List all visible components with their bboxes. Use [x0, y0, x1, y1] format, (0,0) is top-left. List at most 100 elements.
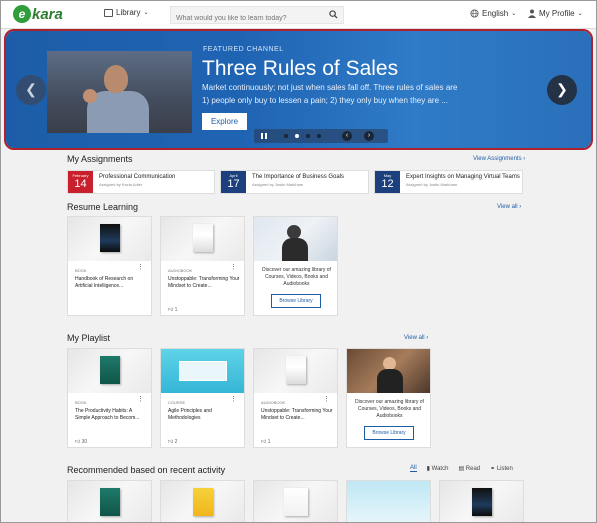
- like-count[interactable]: 👍︎ 2: [168, 439, 177, 445]
- card-thumbnail: [68, 217, 151, 261]
- recommended-filter-tabs: All ▮ Watch ▤ Read ⚭ Listen: [410, 465, 513, 472]
- carousel-dot-2[interactable]: [295, 134, 299, 138]
- logo[interactable]: e kara: [13, 5, 63, 23]
- featured-title: Three Rules of Sales: [202, 57, 399, 80]
- carousel-dot-3[interactable]: [306, 134, 310, 138]
- book-cover: [100, 224, 120, 252]
- like-count[interactable]: 👍︎ 1: [261, 439, 270, 445]
- like-count-value: 1: [267, 439, 271, 445]
- presenter-hand: [83, 89, 97, 103]
- content-card[interactable]: COURSE ⋮ Agile Principles and Methodolog…: [160, 348, 245, 448]
- content-card[interactable]: AUDIOBOOK ⋮ Unstoppable: Transforming Yo…: [253, 348, 338, 448]
- search-input[interactable]: [171, 10, 321, 27]
- assignment-day: 17: [227, 178, 240, 190]
- book-cover: [284, 488, 308, 516]
- assignment-card[interactable]: April 17 The Importance of Business Goal…: [220, 170, 369, 194]
- more-options-icon[interactable]: ⋮: [137, 395, 144, 403]
- carousel-dot-4[interactable]: [317, 134, 321, 138]
- language-label: English: [482, 9, 509, 18]
- card-type: AUDIOBOOK: [261, 400, 286, 405]
- browse-library-card: Discover our amazing library of Courses,…: [346, 348, 431, 448]
- like-count-value: 1: [174, 307, 178, 313]
- promo-text: Discover our amazing library of Courses,…: [262, 267, 331, 287]
- card-type: BOOK: [75, 400, 87, 405]
- content-card[interactable]: AUDIOBOOK ⋮ Unstoppable: Transforming Yo…: [160, 216, 245, 316]
- book-cover: [472, 488, 492, 516]
- thumbs-up-icon: 👍︎: [168, 439, 174, 445]
- like-count[interactable]: 👍︎ 30: [75, 439, 87, 445]
- browse-library-card: Discover our amazing library of Courses,…: [253, 216, 338, 316]
- profile-menu[interactable]: My Profile ⌄: [528, 9, 583, 18]
- tab-listen-label: Listen: [496, 466, 513, 472]
- promo-person-head: [287, 225, 301, 239]
- assignment-title: The Importance of Business Goals: [252, 174, 345, 180]
- pause-icon[interactable]: [259, 131, 269, 141]
- content-card[interactable]: BOOK ⋮ The Productivity Habits: A Simple…: [67, 348, 152, 448]
- chevron-left-icon[interactable]: ‹: [342, 131, 352, 141]
- logo-mark-icon: e: [13, 5, 31, 23]
- featured-description: Market continuously; not just when sales…: [202, 83, 458, 105]
- thumbs-up-icon: 👍︎: [75, 439, 81, 445]
- more-options-icon[interactable]: ⋮: [323, 395, 330, 403]
- recommended-card[interactable]: [253, 480, 338, 522]
- like-count[interactable]: 👍︎ 1: [168, 307, 177, 313]
- card-title: The Productivity Habits: A Simple Approa…: [75, 408, 140, 421]
- app-window: e kara Library ⌄ English ⌄: [0, 0, 597, 523]
- carousel-next-button[interactable]: ❯: [547, 75, 577, 105]
- video-icon: ▮: [426, 466, 430, 472]
- book-cover: [193, 488, 213, 516]
- chevron-down-icon: ⌄: [511, 11, 517, 17]
- featured-label: FEATURED CHANNEL: [203, 46, 284, 53]
- library-menu-button[interactable]: Library ⌄: [104, 8, 148, 17]
- book-cover: [286, 356, 306, 384]
- playlist-view-all-link[interactable]: View all ›: [404, 335, 428, 341]
- recommended-card[interactable]: [67, 480, 152, 522]
- recommended-title: Recommended based on recent activity: [67, 465, 226, 475]
- book-cover: [100, 356, 120, 384]
- assignment-card[interactable]: May 12 Expert Insights on Managing Virtu…: [374, 170, 523, 194]
- thumbs-up-icon: 👍︎: [168, 307, 174, 313]
- tab-read[interactable]: ▤ Read: [458, 465, 480, 472]
- like-count-value: 30: [81, 439, 88, 445]
- carousel-controls: ‹ ›: [254, 129, 388, 143]
- language-selector[interactable]: English ⌄: [470, 9, 516, 18]
- thumbs-up-icon: 👍︎: [261, 439, 267, 445]
- assignment-title: Expert Insights on Managing Virtual Team…: [406, 174, 520, 180]
- assignment-card[interactable]: February 14 Professional Communication A…: [67, 170, 215, 194]
- assignment-assigner: Assigned by Justin Markham: [406, 182, 458, 187]
- featured-carousel-highlight: FEATURED CHANNEL Three Rules of Sales Ma…: [4, 29, 593, 150]
- arrow-right-icon: ❯: [556, 81, 568, 97]
- more-options-icon[interactable]: ⋮: [230, 263, 237, 271]
- more-options-icon[interactable]: ⋮: [137, 263, 144, 271]
- content-card[interactable]: BOOK ⋮ Handbook of Research on Artificia…: [67, 216, 152, 316]
- featured-video-thumbnail[interactable]: [47, 51, 192, 133]
- card-title: Unstoppable: Transforming Your Mindset t…: [168, 276, 240, 289]
- card-type: COURSE: [168, 400, 186, 405]
- card-thumbnail: [161, 217, 244, 261]
- browse-library-button[interactable]: Browse Library: [364, 426, 414, 440]
- tab-watch[interactable]: ▮ Watch: [427, 465, 449, 472]
- tab-listen[interactable]: ⚭ Listen: [490, 465, 513, 472]
- tab-all[interactable]: All: [410, 465, 417, 472]
- search-icon[interactable]: [329, 10, 338, 19]
- promo-image: [347, 349, 430, 393]
- book-icon: ▤: [458, 466, 465, 472]
- course-slide-graphic: [179, 361, 227, 381]
- recommended-card[interactable]: [160, 480, 245, 522]
- assignment-date: February 14: [68, 171, 93, 193]
- assignment-date: April 17: [221, 171, 246, 193]
- more-options-icon[interactable]: ⋮: [230, 395, 237, 403]
- explore-button[interactable]: Explore: [202, 113, 247, 130]
- recommended-card[interactable]: [439, 480, 524, 522]
- tab-watch-label: Watch: [431, 466, 449, 472]
- resume-view-all-link[interactable]: View all ›: [497, 204, 521, 210]
- carousel-prev-button[interactable]: ❮: [16, 75, 46, 105]
- recommended-card[interactable]: [346, 480, 431, 522]
- featured-carousel: FEATURED CHANNEL Three Rules of Sales Ma…: [6, 31, 591, 148]
- carousel-dot-1[interactable]: [284, 134, 288, 138]
- chevron-right-icon[interactable]: ›: [364, 131, 374, 141]
- browse-library-button[interactable]: Browse Library: [271, 294, 321, 308]
- profile-label: My Profile: [539, 9, 575, 18]
- view-assignments-link[interactable]: View Assignments ›: [473, 156, 525, 162]
- view-all-label: View all: [404, 335, 425, 341]
